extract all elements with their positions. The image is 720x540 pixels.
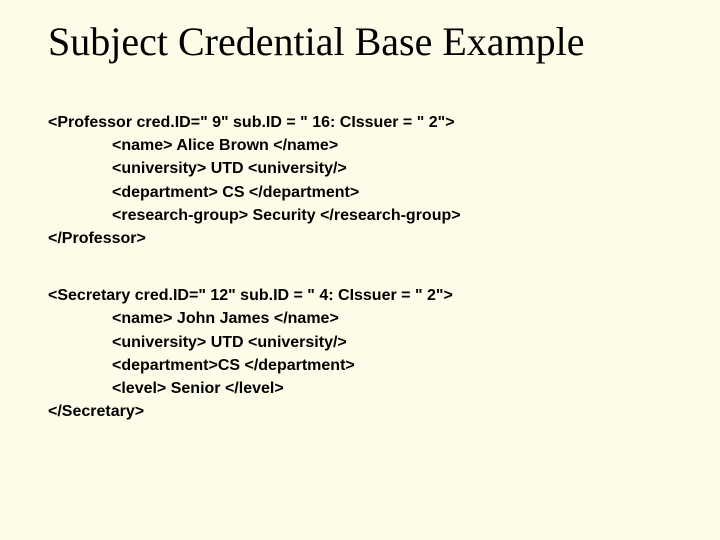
- code-line: <name> John James </name>: [48, 307, 672, 330]
- code-line: <Secretary cred.ID=" 12" sub.ID = " 4: C…: [48, 284, 672, 307]
- code-line: <department> CS </department>: [48, 181, 672, 204]
- page-title: Subject Credential Base Example: [48, 18, 672, 65]
- code-line: </Professor>: [48, 227, 672, 250]
- code-line: <name> Alice Brown </name>: [48, 134, 672, 157]
- code-line: <university> UTD <university/>: [48, 331, 672, 354]
- secretary-block: <Secretary cred.ID=" 12" sub.ID = " 4: C…: [48, 284, 672, 423]
- slide: Subject Credential Base Example <Profess…: [0, 0, 720, 540]
- code-line: <department>CS </department>: [48, 354, 672, 377]
- code-line: <Professor cred.ID=" 9" sub.ID = " 16: C…: [48, 111, 672, 134]
- code-line: <university> UTD <university/>: [48, 157, 672, 180]
- code-line: <level> Senior </level>: [48, 377, 672, 400]
- professor-block: <Professor cred.ID=" 9" sub.ID = " 16: C…: [48, 111, 672, 250]
- code-line: </Secretary>: [48, 400, 672, 423]
- code-line: <research-group> Security </research-gro…: [48, 204, 672, 227]
